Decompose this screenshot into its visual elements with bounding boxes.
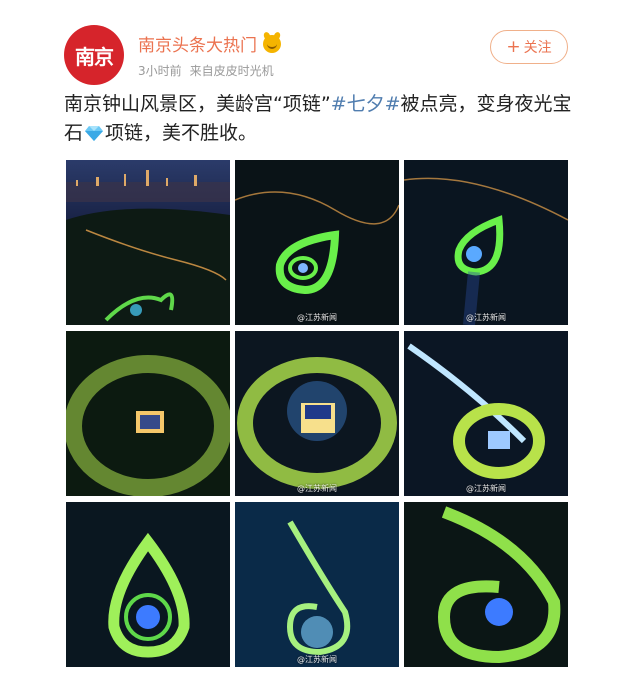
post-source[interactable]: 来自皮皮时光机 [190, 62, 274, 79]
image-grid: @江苏新闻 @江苏新闻 @江苏新闻 @江苏新闻 @江苏新闻 [66, 160, 568, 667]
photo-7[interactable] [66, 502, 230, 667]
photo-2[interactable]: @江苏新闻 [235, 160, 399, 325]
post-text-part3: 项链，美不胜收。 [105, 122, 258, 144]
photo-9[interactable] [404, 502, 568, 667]
photo-6-watermark: @江苏新闻 [466, 484, 506, 493]
photo-4-art [66, 331, 230, 496]
photo-1[interactable] [66, 160, 230, 325]
follow-button[interactable]: + 关注 [490, 30, 568, 64]
plus-icon: + [506, 36, 521, 57]
account-name[interactable]: 南京头条大热门 [138, 31, 257, 56]
weibo-post: 南京 南京头条大热门 3小时前 来自皮皮时光机 + 关注 南京钟山风景区，美龄宫… [0, 0, 622, 675]
photo-5-watermark: @江苏新闻 [297, 484, 337, 493]
photo-8-watermark: @江苏新闻 [297, 655, 337, 664]
photo-2-watermark: @江苏新闻 [297, 313, 337, 322]
photo-4[interactable] [66, 331, 230, 496]
photo-7-art [66, 502, 230, 667]
photo-1-art [66, 160, 230, 325]
avatar[interactable]: 南京 [64, 25, 124, 85]
hashtag-link[interactable]: #七夕# [331, 93, 401, 115]
photo-9-art [404, 502, 568, 667]
account-name-row: 南京头条大热门 [138, 31, 281, 56]
photo-2-art [235, 160, 399, 325]
follow-label: 关注 [523, 40, 552, 56]
post-text: 南京钟山风景区，美龄宫“项链”#七夕#被点亮，变身夜光宝石 项链，美不胜收。 [64, 90, 574, 148]
post-meta: 3小时前 来自皮皮时光机 [138, 62, 274, 79]
photo-8-art [235, 502, 399, 667]
photo-5[interactable]: @江苏新闻 [235, 331, 399, 496]
photo-5-art [235, 331, 399, 496]
photo-3-art [404, 160, 568, 325]
post-text-part1: 南京钟山风景区，美龄宫“项链” [64, 93, 331, 115]
avatar-text: 南京 [75, 44, 114, 69]
diamond-icon [85, 126, 104, 141]
photo-3-watermark: @江苏新闻 [466, 313, 506, 322]
photo-6-art [404, 331, 568, 496]
photo-3[interactable]: @江苏新闻 [404, 160, 568, 325]
crown-badge-icon[interactable] [263, 34, 281, 53]
post-time: 3小时前 [138, 64, 182, 78]
photo-8[interactable]: @江苏新闻 [235, 502, 399, 667]
photo-6[interactable]: @江苏新闻 [404, 331, 568, 496]
